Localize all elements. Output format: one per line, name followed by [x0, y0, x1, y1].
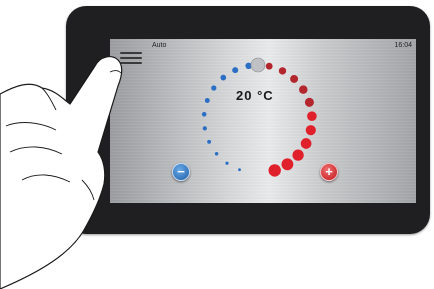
dial-dot-warm	[307, 111, 317, 121]
plus-icon: +	[325, 164, 333, 179]
dial-dot-warm	[304, 97, 314, 107]
dial-dot-warm	[281, 158, 294, 171]
dial-dot-cold	[211, 85, 217, 91]
dial-dot-warm	[265, 62, 273, 70]
dial-dot-cold	[204, 98, 210, 103]
pointing-hand-illustration	[0, 56, 123, 289]
dial-dot-warm	[299, 85, 308, 94]
dial-dot-warm	[268, 164, 281, 177]
dial-dot-warm	[300, 138, 312, 149]
dial-dot-cold	[225, 161, 229, 165]
dial-dot-cold	[220, 74, 227, 81]
increase-button[interactable]: +	[320, 163, 338, 181]
dial-dot-warm	[292, 149, 304, 161]
dial-dot-cold	[214, 151, 219, 156]
dial-dot-cold	[238, 168, 241, 172]
dial-dot-warm	[278, 67, 287, 75]
dial-dot-warm	[290, 74, 299, 83]
dial-dot-cold	[202, 126, 207, 131]
dial-knob[interactable]	[250, 57, 266, 73]
temperature-readout: 20 °C	[236, 88, 274, 103]
dial-dot-cold	[207, 139, 212, 144]
dial-dot-cold	[232, 67, 239, 74]
dial-dot-warm	[305, 125, 316, 136]
dial-dot-cold	[201, 112, 207, 117]
